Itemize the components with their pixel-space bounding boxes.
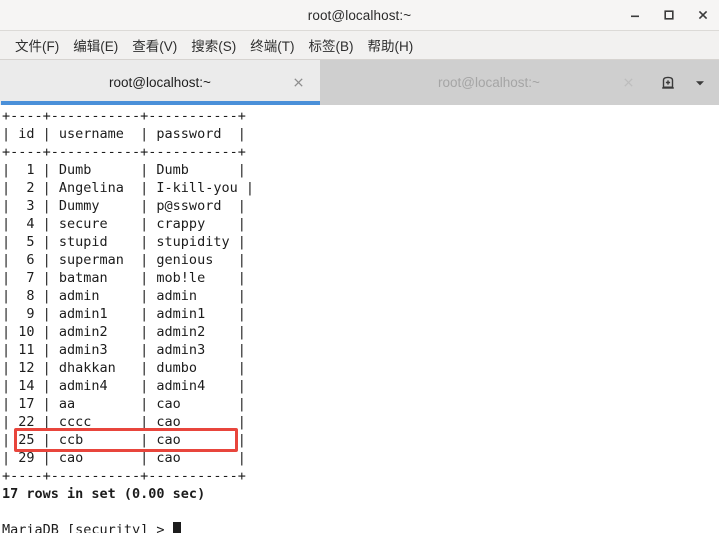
table-separator-top: +----+-----------+-----------+ [2,108,246,124]
tab-root-localhost-1[interactable]: root@localhost:~ [0,60,320,105]
terminal-output[interactable]: +----+-----------+-----------+ | id | us… [0,105,719,533]
table-row: | 12 | dhakkan | dumbo | [2,360,246,376]
table-row: | 6 | superman | genious | [2,252,246,268]
table-header-row: | id | username | password | [2,126,246,142]
result-summary: 17 rows in set (0.00 sec) [2,486,206,502]
maximize-icon[interactable] [659,5,679,25]
table-row: | 2 | Angelina | I-kill-you | [2,180,254,196]
menu-item-search[interactable]: 搜索(S) [184,33,243,57]
table-row: | 8 | admin | admin | [2,288,246,304]
window-title: root@localhost:~ [307,7,412,23]
table-row: | 17 | aa | cao | [2,396,246,412]
new-tab-icon[interactable] [657,72,679,94]
table-row: | 11 | admin3 | admin3 | [2,342,246,358]
table-row: | 1 | Dumb | Dumb | [2,162,246,178]
window-controls [625,0,713,30]
tab-close-icon[interactable] [290,75,306,91]
tab-root-localhost-2[interactable]: root@localhost:~ [328,60,650,105]
table-row: | 14 | admin4 | admin4 | [2,378,246,394]
menu-bar: 文件(F) 编辑(E) 查看(V) 搜索(S) 终端(T) 标签(B) 帮助(H… [0,31,719,60]
menu-item-view[interactable]: 查看(V) [125,33,184,57]
menu-item-file[interactable]: 文件(F) [8,33,66,57]
tab-list-chevron-down-icon[interactable] [689,72,711,94]
table-row: | 4 | secure | crappy | [2,216,246,232]
title-bar: root@localhost:~ [0,0,719,31]
table-row: | 9 | admin1 | admin1 | [2,306,246,322]
table-separator-header: +----+-----------+-----------+ [2,144,246,160]
table-separator-bottom: +----+-----------+-----------+ [2,468,246,484]
menu-item-tabs[interactable]: 标签(B) [302,33,361,57]
prompt-line[interactable]: MariaDB [security] > [2,521,719,533]
menu-item-terminal[interactable]: 终端(T) [243,33,301,57]
table-row: | 3 | Dummy | p@ssword | [2,198,246,214]
table-row: | 22 | cccc | cao | [2,414,246,430]
tab-bar-actions [651,60,719,105]
menu-item-help[interactable]: 帮助(H) [361,33,421,57]
tab-close-icon[interactable] [620,75,636,91]
tab-separator [320,60,328,105]
prompt-text: MariaDB [security] > [2,522,173,533]
tab-strip: root@localhost:~ root@localhost:~ [0,60,651,105]
tab-label: root@localhost:~ [438,75,540,90]
table-row: | 29 | cao | cao | [2,450,246,466]
tab-bar: root@localhost:~ root@localhost:~ [0,60,719,105]
tab-label: root@localhost:~ [109,75,211,90]
minimize-icon[interactable] [625,5,645,25]
terminal-window: root@localhost:~ 文件(F) 编辑(E) 查看(V) 搜索(S)… [0,0,719,533]
table-row: | 7 | batman | mob!le | [2,270,246,286]
menu-item-edit[interactable]: 编辑(E) [66,33,125,57]
table-row-highlighted: | 25 | ccb | cao | [2,432,246,448]
close-icon[interactable] [693,5,713,25]
text-cursor [172,522,181,533]
table-row: | 10 | admin2 | admin2 | [2,324,246,340]
table-row: | 5 | stupid | stupidity | [2,234,246,250]
